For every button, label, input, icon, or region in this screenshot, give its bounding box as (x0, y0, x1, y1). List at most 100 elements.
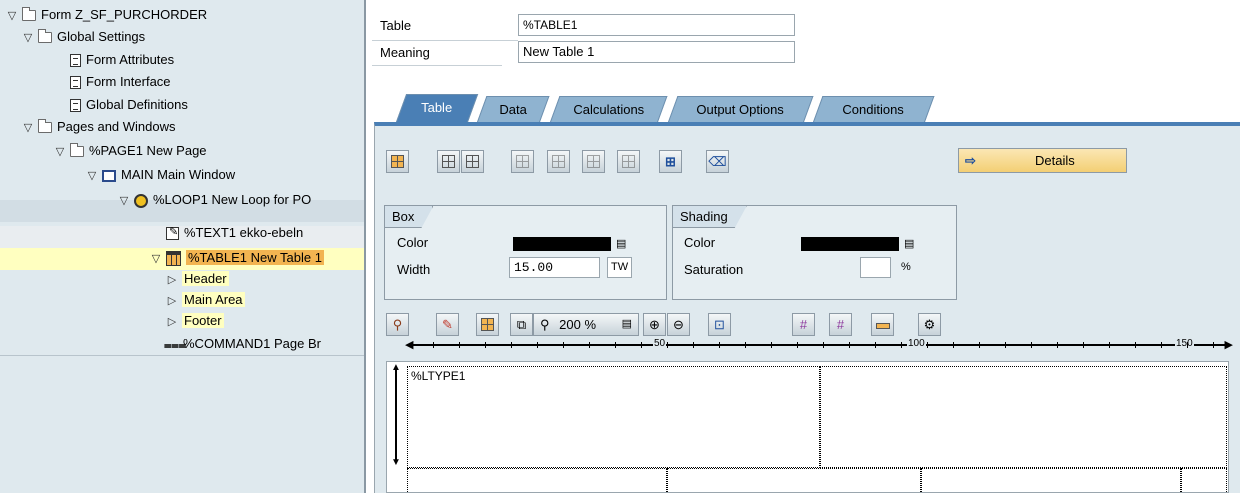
ruler-label-100: 100 (907, 338, 926, 350)
folder-icon (38, 119, 52, 134)
ruler-icon (875, 323, 890, 329)
table-grid-button[interactable] (476, 313, 499, 336)
tree-divider (0, 355, 364, 356)
ruler-tick (511, 342, 512, 348)
pin-button[interactable]: ⚲ (386, 313, 409, 336)
pencil-button[interactable]: ✎ (436, 313, 459, 336)
ruler-tick (1109, 342, 1110, 348)
meaning-field[interactable]: New Table 1 (518, 41, 795, 63)
tree-node-page1[interactable]: ▽ %PAGE1 New Page (54, 140, 207, 161)
tree-node-main-window[interactable]: ▽ MAIN Main Window (86, 164, 235, 185)
ruler-label-150: 150 (1175, 338, 1194, 350)
zoom-dropdown[interactable]: ⚲ 200 % ▤ (533, 313, 639, 336)
line-type-cell[interactable]: %LTYPE1 (407, 366, 820, 468)
text-edit-icon: ✎ (166, 226, 179, 241)
zoom-icon: ⚲ (540, 317, 550, 332)
border-option-3-button[interactable] (582, 150, 605, 173)
collapse-triangle-icon[interactable]: ▷ (166, 312, 178, 333)
tree-node-label: Form Attributes (86, 52, 175, 67)
grid-lines-icon (442, 155, 455, 168)
box-group-title: Box (385, 206, 433, 228)
pencil-icon: ✎ (442, 317, 453, 332)
collapse-triangle-icon[interactable]: ▷ (166, 291, 178, 312)
fit-table-button[interactable]: ⊡ (708, 313, 731, 336)
expand-triangle-icon[interactable]: ▽ (22, 118, 34, 139)
tab-output-options[interactable]: Output Options (668, 96, 814, 122)
tree-node-main-area[interactable]: ▷ Main Area (166, 289, 245, 310)
border-option-2-button[interactable] (547, 150, 570, 173)
dropdown-icon: ▤ (621, 318, 632, 330)
tree-node-command1[interactable]: ⩶%COMMAND1 Page Br (164, 333, 321, 354)
command-icon: ⩶ (164, 336, 187, 352)
box-color-swatch[interactable] (513, 237, 611, 251)
eraser-button[interactable]: ⌫ (706, 150, 729, 173)
insert-table-button[interactable]: ⊞ (659, 150, 682, 173)
copy-button[interactable]: ⧉ (510, 313, 533, 336)
expand-triangle-icon[interactable]: ▽ (22, 28, 34, 49)
box-width-field[interactable]: 15.00 (509, 257, 600, 278)
collapse-triangle-icon[interactable]: ▷ (166, 270, 178, 291)
ruler-tick (615, 342, 616, 348)
draw-lines-button[interactable] (437, 150, 460, 173)
tree-node-label: %COMMAND1 Page Br (183, 336, 321, 351)
expand-triangle-icon[interactable]: ▽ (6, 6, 18, 27)
border-option-4-button[interactable] (617, 150, 640, 173)
settings-button[interactable]: ⚙ (918, 313, 941, 336)
f4-help-icon[interactable]: ▤ (904, 237, 914, 250)
tree-node-form-attributes[interactable]: Form Attributes (70, 49, 174, 70)
tree-node-footer[interactable]: ▷ Footer (166, 310, 224, 331)
saturation-percent-label: % (901, 261, 911, 273)
fit-table-icon: ⊡ (714, 317, 725, 332)
saturation-field[interactable] (860, 257, 891, 278)
tree-node-label: %TABLE1 New Table 1 (186, 250, 324, 265)
tree-node-global-settings[interactable]: ▽ Global Settings (22, 26, 145, 47)
details-button[interactable]: ⇨ Details (958, 148, 1127, 173)
ruler-tick (1161, 342, 1162, 348)
box-width-unit-field[interactable]: TW (607, 257, 632, 278)
tree-node-label: %LOOP1 New Loop for PO (153, 192, 312, 207)
tree-node-header[interactable]: ▷ Header (166, 268, 229, 289)
tab-table[interactable]: Table (396, 94, 479, 122)
grid-alt-button[interactable]: # (829, 313, 852, 336)
tab-calculations[interactable]: Calculations (550, 96, 668, 122)
table-cell[interactable] (921, 468, 1181, 493)
tree-node-table1[interactable]: ▽ %TABLE1 New Table 1 (150, 247, 324, 268)
vertical-ruler-line (395, 369, 397, 461)
tree-node-loop1[interactable]: ▽ %LOOP1 New Loop for PO (118, 189, 311, 210)
tab-conditions[interactable]: Conditions (813, 96, 935, 122)
line-type-cell[interactable] (820, 366, 1227, 468)
draw-columns-button[interactable] (461, 150, 484, 173)
ruler-label-50: 50 (653, 338, 667, 350)
table-name-field[interactable]: %TABLE1 (518, 14, 795, 36)
expand-triangle-icon[interactable]: ▽ (150, 249, 162, 270)
table-painter-button[interactable] (386, 150, 409, 173)
tree-node-form-interface[interactable]: Form Interface (70, 71, 171, 92)
border-option-1-button[interactable] (511, 150, 534, 173)
table-label: Table (380, 18, 412, 33)
tree-node-pages-and-windows[interactable]: ▽ Pages and Windows (22, 116, 176, 137)
table-cell[interactable] (667, 468, 921, 493)
expand-triangle-icon[interactable]: ▽ (86, 166, 98, 187)
box-width-label: Width (397, 262, 431, 277)
zoom-in-button[interactable]: ⊕ (643, 313, 666, 336)
shading-color-swatch[interactable] (801, 237, 899, 251)
table-cell[interactable] (1181, 468, 1227, 493)
table-cell[interactable] (407, 468, 667, 493)
f4-help-icon[interactable]: ▤ (616, 237, 626, 250)
expand-triangle-icon[interactable]: ▽ (54, 142, 66, 163)
copy-icon: ⧉ (516, 317, 527, 332)
grid-button[interactable]: # (792, 313, 815, 336)
folder-icon (70, 143, 84, 158)
tree-node-form[interactable]: ▽ Form Z_SF_PURCHORDER (6, 4, 207, 25)
table-layout-canvas[interactable]: ▲ ▼ %LTYPE1 (386, 361, 1229, 493)
expand-triangle-icon[interactable]: ▽ (118, 191, 130, 212)
tree-node-global-definitions[interactable]: Global Definitions (70, 94, 188, 115)
ruler-button[interactable] (871, 313, 894, 336)
tab-label: Calculations (572, 102, 644, 117)
tree-node-text1[interactable]: ✎ %TEXT1 ekko-ebeln (166, 222, 303, 243)
tree-node-label: Pages and Windows (57, 119, 176, 134)
grid-columns-icon (466, 155, 479, 168)
tree-node-label: %PAGE1 New Page (89, 143, 207, 158)
zoom-out-button[interactable]: ⊖ (667, 313, 690, 336)
tab-data[interactable]: Data (477, 96, 550, 122)
